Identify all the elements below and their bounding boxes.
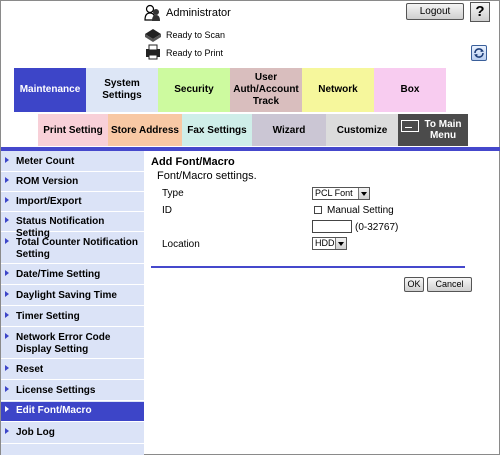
ok-button[interactable]: OK <box>404 277 424 292</box>
manual-setting-label: Manual Setting <box>327 205 394 216</box>
page-title: Add Font/Macro <box>151 156 235 168</box>
content-divider <box>151 266 465 268</box>
sidebar-item-label: Daylight Saving Time <box>16 290 117 301</box>
tab-system-settings[interactable]: System Settings <box>86 68 158 112</box>
sidebar-item-label: Reset <box>16 364 44 375</box>
id-range-hint: (0-32767) <box>355 222 399 233</box>
tab-maintenance[interactable]: Maintenance <box>14 68 86 112</box>
sidebar-item-status-notification-setting[interactable]: Status Notification Setting <box>1 213 144 239</box>
refresh-button[interactable] <box>471 45 487 61</box>
page-subtitle: Font/Macro settings. <box>157 170 257 182</box>
user-label: Administrator <box>166 7 231 19</box>
location-label: Location <box>162 239 200 250</box>
sidebar-item-date-time-setting[interactable]: Date/Time Setting <box>1 266 144 285</box>
arrow-right-icon <box>5 270 9 276</box>
sidebar-item-label: Job Log <box>16 427 55 438</box>
arrow-right-icon <box>5 406 9 412</box>
sidebar-item-label: License Settings <box>16 385 96 396</box>
subtab-print-setting[interactable]: Print Setting <box>38 114 108 146</box>
manual-setting-checkbox[interactable] <box>314 206 322 214</box>
sidebar-item-label: Meter Count <box>16 156 75 167</box>
sidebar-item-label: Network Error Code Display Setting <box>16 332 111 355</box>
type-select-value: PCL Font <box>315 188 353 198</box>
subtab-store-address[interactable]: Store Address <box>108 114 182 146</box>
print-status: Ready to Print <box>166 48 224 58</box>
sidebar-item-reset[interactable]: Reset <box>1 361 144 380</box>
page-frame: Administrator Logout ? Ready to Scan Rea… <box>0 0 500 455</box>
sidebar: Meter Count ROM Version Import/Export St… <box>1 151 144 455</box>
sidebar-item-daylight-saving-time[interactable]: Daylight Saving Time <box>1 287 144 306</box>
sidebar-item-job-log[interactable]: Job Log <box>1 424 144 444</box>
to-main-menu-button[interactable]: To Main Menu <box>398 114 468 146</box>
sidebar-item-rom-version[interactable]: ROM Version <box>1 173 144 192</box>
subtab-fax-settings[interactable]: Fax Settings <box>182 114 252 146</box>
scan-status: Ready to Scan <box>166 30 226 40</box>
sidebar-item-label: Import/Export <box>16 196 82 207</box>
refresh-icon <box>474 48 484 58</box>
location-select-value: HDD <box>315 238 335 248</box>
location-select[interactable]: HDD <box>312 237 347 250</box>
tab-user-auth-account-track[interactable]: User Auth/Account Track <box>230 68 302 112</box>
arrow-right-icon <box>5 291 9 297</box>
scanner-icon <box>144 28 162 42</box>
arrow-right-icon <box>5 177 9 183</box>
arrow-right-icon <box>5 197 9 203</box>
arrow-right-icon <box>5 428 9 434</box>
tab-network[interactable]: Network <box>302 68 374 112</box>
tab-security[interactable]: Security <box>158 68 230 112</box>
tab-box[interactable]: Box <box>374 68 446 112</box>
sidebar-item-label: ROM Version <box>16 176 79 187</box>
sidebar-item-label: Edit Font/Macro <box>16 405 92 416</box>
sidebar-item-meter-count[interactable]: Meter Count <box>1 153 144 172</box>
id-input[interactable] <box>312 220 352 233</box>
printer-icon <box>144 44 162 60</box>
main-menu-icon <box>401 120 419 132</box>
help-button[interactable]: ? <box>470 2 490 22</box>
type-label: Type <box>162 188 184 199</box>
arrow-right-icon <box>5 365 9 371</box>
arrow-right-icon <box>5 312 9 318</box>
chevron-down-icon <box>335 238 346 249</box>
sidebar-item-network-error-code-display-setting[interactable]: Network Error Code Display Setting <box>1 329 144 359</box>
arrow-right-icon <box>5 157 9 163</box>
sidebar-item-label: Timer Setting <box>16 311 80 322</box>
cancel-button[interactable]: Cancel <box>427 277 472 292</box>
sidebar-item-import-export[interactable]: Import/Export <box>1 193 144 212</box>
sidebar-item-label: Date/Time Setting <box>16 269 101 280</box>
sidebar-item-timer-setting[interactable]: Timer Setting <box>1 308 144 327</box>
chevron-down-icon <box>358 188 369 199</box>
sidebar-item-total-counter-notification-setting[interactable]: Total Counter Notification Setting <box>1 234 144 264</box>
sidebar-item-license-settings[interactable]: License Settings <box>1 382 144 401</box>
type-select[interactable]: PCL Font <box>312 187 370 200</box>
administrator-icon <box>144 4 162 22</box>
sidebar-item-edit-font-macro[interactable]: Edit Font/Macro <box>1 402 144 422</box>
id-label: ID <box>162 205 172 216</box>
subtab-customize[interactable]: Customize <box>326 114 398 146</box>
to-main-menu-label: To Main Menu <box>424 119 462 141</box>
arrow-right-icon <box>5 238 9 244</box>
arrow-right-icon <box>5 217 9 223</box>
subtab-wizard[interactable]: Wizard <box>252 114 326 146</box>
logout-button[interactable]: Logout <box>406 3 464 20</box>
sidebar-item-label: Total Counter Notification Setting <box>16 237 139 260</box>
arrow-right-icon <box>5 333 9 339</box>
arrow-right-icon <box>5 386 9 392</box>
